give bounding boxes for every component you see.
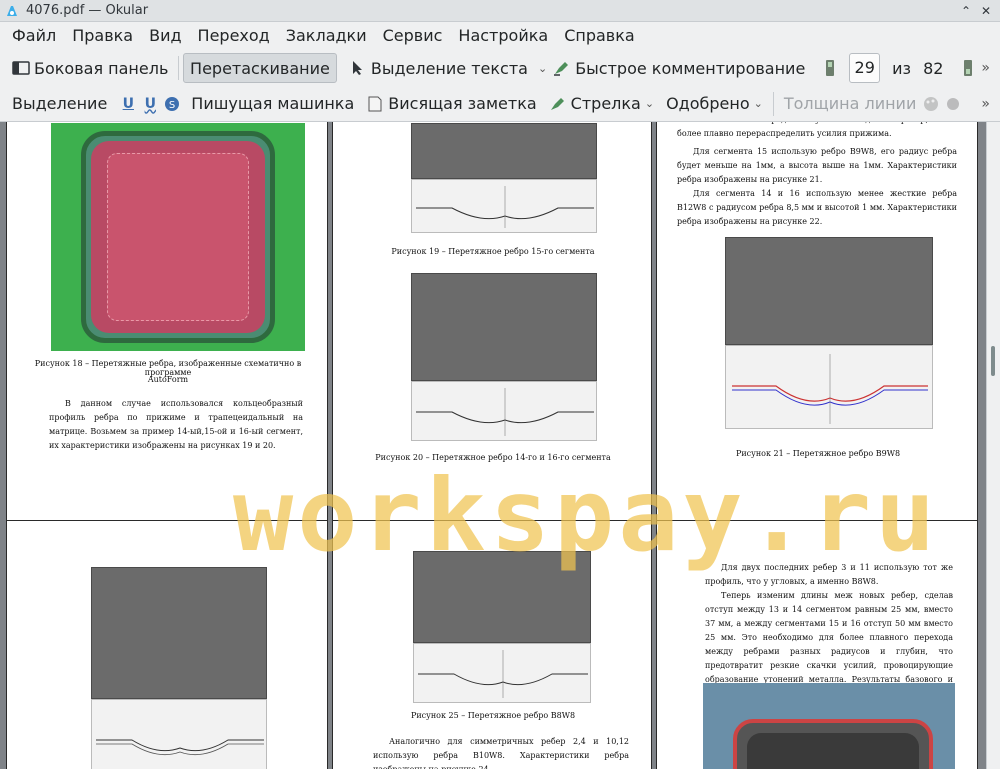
toolbar-overflow-icon[interactable]: » xyxy=(981,96,990,112)
typewriter-label: Пишущая машинка xyxy=(191,94,355,113)
fill-color-icon[interactable] xyxy=(944,95,962,113)
toolbar-separator xyxy=(178,56,180,80)
cursor-icon xyxy=(349,59,367,77)
svg-text:S: S xyxy=(169,100,175,111)
menu-help[interactable]: Справка xyxy=(556,22,643,50)
typewriter-tool[interactable]: Пишущая машинка xyxy=(185,89,360,119)
text-selection-button[interactable]: Выделение текста xyxy=(343,53,534,83)
profile-graph xyxy=(413,643,591,703)
figure-caption: Рисунок 25 – Перетяжное ребро B8W8 xyxy=(410,711,576,720)
autoform-figure xyxy=(703,683,955,769)
quick-comment-button[interactable]: Быстрое комментирование xyxy=(547,53,811,83)
highlight-label: Выделение xyxy=(12,94,108,113)
text-selection-label: Выделение текста xyxy=(370,58,528,78)
menu-bookmarks[interactable]: Закладки xyxy=(278,22,375,50)
stamp-label: Одобрено xyxy=(666,94,750,113)
menu-view[interactable]: Вид xyxy=(141,22,189,50)
chevron-down-icon: ⌄ xyxy=(753,97,763,110)
note-icon xyxy=(366,95,384,113)
body-paragraph: на АвтоВазе. Также предлагаю уменьшить д… xyxy=(677,122,957,138)
sticky-note-tool[interactable]: Висящая заметка xyxy=(360,89,542,119)
sidebar-button[interactable]: Боковая панель xyxy=(6,53,174,83)
parameters-screenshot xyxy=(725,237,933,345)
scrollbar-thumb[interactable] xyxy=(991,346,995,376)
marker-icon xyxy=(553,59,571,77)
body-paragraph: Для сегмента 14 и 16 использую менее жес… xyxy=(677,189,957,226)
vertical-scrollbar[interactable] xyxy=(986,122,1000,769)
arrow-tool[interactable]: Стрелка ⌄ xyxy=(543,89,660,119)
page-total-label: 82 xyxy=(923,58,944,78)
figure-caption: Рисунок 20 – Перетяжное ребро 14-го и 16… xyxy=(375,453,611,462)
profile-graph xyxy=(411,381,597,441)
page-number-input[interactable]: 29 xyxy=(849,53,881,83)
chevron-down-icon[interactable]: ⌄ xyxy=(538,62,547,75)
body-paragraph: В данном случае использовался кольцеобра… xyxy=(49,399,303,450)
page-of-label: из xyxy=(892,58,912,78)
toolbar-separator xyxy=(772,91,774,116)
strikeout-icon[interactable]: S xyxy=(163,95,181,113)
line-width-tool[interactable]: Толщина линии xyxy=(778,89,923,119)
menu-bar: Файл Правка Вид Переход Закладки Сервис … xyxy=(0,22,1000,50)
menu-go[interactable]: Переход xyxy=(190,22,278,50)
highlight-tool[interactable]: Выделение xyxy=(6,89,113,119)
window-title: 4076.pdf — Okular xyxy=(26,3,149,18)
sidebar-label: Боковая панель xyxy=(34,58,169,78)
close-window-icon[interactable]: ✕ xyxy=(976,1,996,21)
parameters-screenshot xyxy=(413,551,591,643)
previous-page-icon[interactable] xyxy=(821,59,839,77)
parameters-screenshot xyxy=(411,123,597,179)
figure-caption: Рисунок 19 – Перетяжное ребро 15-го сегм… xyxy=(391,247,595,256)
page-31 xyxy=(6,520,328,769)
color-palette-icon[interactable] xyxy=(922,95,940,113)
drag-mode-label: Перетаскивание xyxy=(190,58,330,78)
figure-caption: AutoForm xyxy=(147,375,189,384)
page-32: Рисунок 25 – Перетяжное ребро B8W8 Анало… xyxy=(332,520,652,769)
annotation-toolbar: Выделение U U S Пишущая машинка Висящая … xyxy=(0,86,1000,122)
quick-comment-label: Быстрое комментирование xyxy=(575,58,806,78)
menu-settings[interactable]: Настройка xyxy=(450,22,556,50)
sticky-note-label: Висящая заметка xyxy=(388,94,537,113)
underline-icon[interactable]: U xyxy=(119,95,137,113)
autoform-figure xyxy=(51,123,305,351)
parameters-screenshot xyxy=(411,273,597,381)
profile-graph xyxy=(725,345,933,429)
menu-tools[interactable]: Сервис xyxy=(375,22,451,50)
line-width-label: Толщина линии xyxy=(783,94,917,113)
chevron-down-icon: ⌄ xyxy=(644,97,655,110)
document-view[interactable]: Рисунок 18 – Перетяжные ребра, изображен… xyxy=(0,122,986,769)
stamp-tool[interactable]: Одобрено ⌄ xyxy=(660,89,769,119)
drag-mode-button[interactable]: Перетаскивание xyxy=(183,53,337,83)
arrow-label: Стрелка xyxy=(570,94,641,113)
menu-file[interactable]: Файл xyxy=(4,22,64,50)
title-bar: 4076.pdf — Okular ⌃ ✕ xyxy=(0,0,1000,22)
profile-graph xyxy=(91,699,267,769)
okular-app-icon xyxy=(4,3,20,19)
collapse-window-icon[interactable]: ⌃ xyxy=(956,1,976,21)
profile-graph xyxy=(411,179,597,233)
squiggly-underline-icon[interactable]: U xyxy=(141,95,159,113)
next-page-icon[interactable] xyxy=(959,59,977,77)
body-paragraph: Аналогично для симметричных ребер 2,4 и … xyxy=(373,737,629,769)
marker-icon xyxy=(549,95,567,113)
main-toolbar: Боковая панель Перетаскивание Выделение … xyxy=(0,50,1000,86)
body-paragraph: Для сегмента 15 использую ребро B9W8, ег… xyxy=(677,147,957,184)
page-33: Для двух последних ребер 3 и 11 использу… xyxy=(656,520,978,769)
toolbar-overflow-icon[interactable]: » xyxy=(981,60,990,76)
sidebar-icon xyxy=(12,59,30,77)
menu-edit[interactable]: Правка xyxy=(64,22,141,50)
figure-caption: Рисунок 21 – Перетяжное ребро B9W8 xyxy=(735,449,901,458)
parameters-screenshot xyxy=(91,567,267,699)
body-paragraph: Для двух последних ребер 3 и 11 использу… xyxy=(705,563,953,586)
